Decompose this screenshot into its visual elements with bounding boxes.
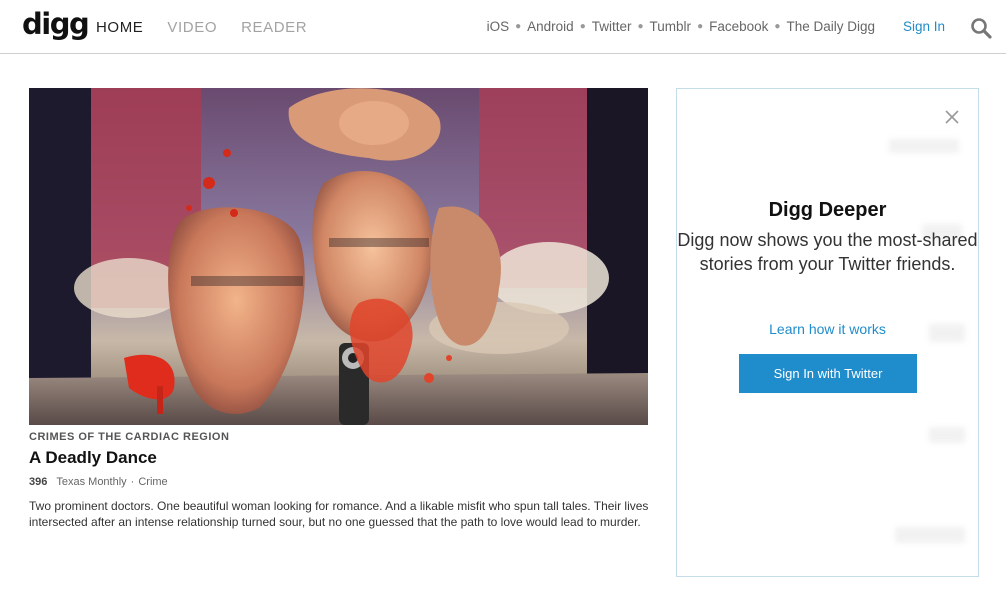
separator-dot: ● (515, 21, 522, 32)
main-nav: HOME VIDEO READER (96, 19, 307, 36)
learn-how-link[interactable]: Learn how it works (677, 321, 978, 337)
close-icon[interactable] (944, 109, 960, 125)
digg-deeper-panel: Digg Deeper Digg now shows you the most-… (676, 88, 979, 577)
link-daily-digg[interactable]: The Daily Digg (786, 19, 875, 34)
link-facebook[interactable]: Facebook (709, 19, 768, 34)
separator-dot: · (130, 476, 135, 488)
separator-dot: ● (774, 21, 781, 32)
digg-count[interactable]: 396 (29, 476, 47, 488)
external-links: iOS ● Android ● Twitter ● Tumblr ● Faceb… (487, 19, 875, 34)
link-tumblr[interactable]: Tumblr (650, 19, 692, 34)
story-image[interactable] (29, 88, 648, 425)
panel-title: Digg Deeper (768, 199, 887, 221)
panel-description: Digg now shows you the most-shared stori… (677, 230, 978, 274)
nav-reader[interactable]: READER (241, 19, 307, 36)
sign-in-link[interactable]: Sign In (903, 19, 945, 34)
separator-dot: ● (697, 21, 704, 32)
nav-video[interactable]: VIDEO (167, 19, 217, 36)
sign-in-twitter-button[interactable]: Sign In with Twitter (739, 354, 917, 393)
link-ios[interactable]: iOS (487, 19, 510, 34)
story-summary: Two prominent doctors. One beautiful wom… (29, 499, 649, 529)
link-twitter[interactable]: Twitter (592, 19, 632, 34)
blurred-placeholder (895, 527, 965, 543)
search-icon[interactable] (970, 17, 992, 39)
blurred-placeholder (929, 427, 965, 443)
nav-home[interactable]: HOME (96, 19, 143, 36)
link-android[interactable]: Android (527, 19, 574, 34)
blurred-placeholder (889, 139, 959, 153)
story-title[interactable]: A Deadly Dance (29, 448, 157, 468)
story-category[interactable]: Crime (138, 476, 167, 488)
story-source[interactable]: Texas Monthly (56, 476, 126, 488)
separator-dot: ● (637, 21, 644, 32)
digg-logo[interactable]: digg (22, 7, 90, 41)
separator-dot: ● (579, 21, 586, 32)
story-kicker[interactable]: CRIMES OF THE CARDIAC REGION (29, 431, 229, 443)
top-header: digg HOME VIDEO READER iOS ● Android ● T… (0, 0, 1006, 54)
story-illustration (29, 88, 648, 425)
story-meta: 396 Texas Monthly · Crime (29, 476, 168, 488)
